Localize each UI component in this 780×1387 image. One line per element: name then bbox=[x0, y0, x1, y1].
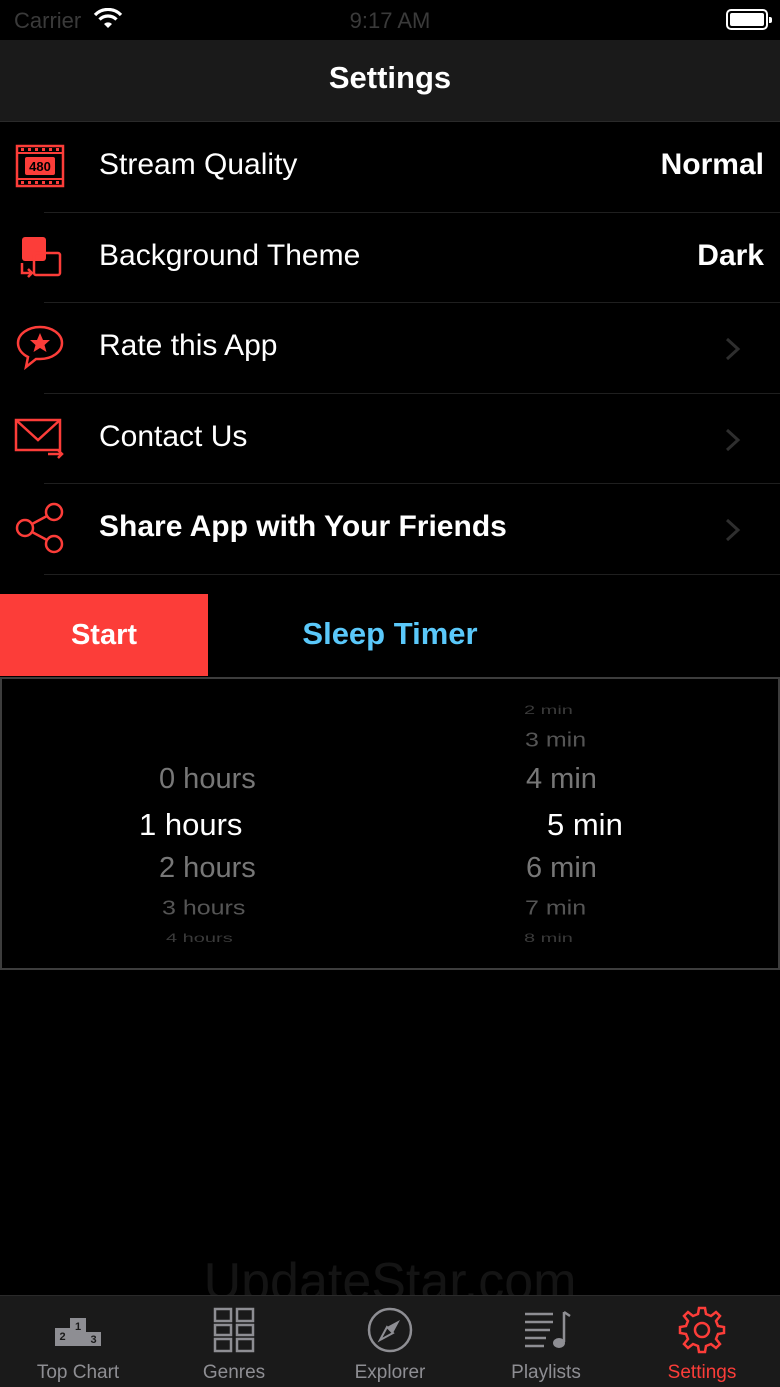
picker-option-hours[interactable]: 0 hours bbox=[159, 763, 256, 796]
picker-selected-minutes[interactable]: 5 min bbox=[547, 807, 623, 843]
stream-quality-label: Stream Quality bbox=[99, 148, 298, 181]
gear-icon bbox=[678, 1306, 726, 1354]
hours-wheel[interactable]: 0 hours 1 hours 2 hours 3 hours 4 hours bbox=[102, 679, 332, 968]
video-quality-icon: 480 bbox=[15, 144, 65, 188]
page-title: Settings bbox=[328, 60, 452, 95]
status-bar: Carrier 9:17 AM bbox=[0, 0, 780, 40]
chevron-right-icon bbox=[725, 518, 741, 542]
chevron-right-icon bbox=[725, 428, 741, 451]
svg-text:3: 3 bbox=[90, 1334, 96, 1346]
sleep-timer-bar: Start Sleep Timer bbox=[0, 594, 780, 676]
tab-label: Explorer bbox=[354, 1362, 426, 1383]
background-theme-label: Background Theme bbox=[99, 238, 361, 272]
row-divider bbox=[44, 573, 780, 575]
tab-top-chart[interactable]: 2 1 3 Top Chart bbox=[0, 1296, 156, 1387]
share-app-label: Share App with Your Friends bbox=[99, 510, 507, 543]
picker-option-hours[interactable]: 4 hours bbox=[166, 932, 233, 946]
stream-quality-row[interactable]: 480 Stream Quality Normal bbox=[0, 122, 780, 213]
picker-option-minutes[interactable]: 8 min bbox=[524, 932, 573, 946]
contact-us-row[interactable]: Contact Us bbox=[0, 394, 780, 484]
minutes-wheel[interactable]: 2 min 3 min 4 min 5 min 6 min 7 min 8 mi… bbox=[432, 679, 692, 968]
chevron-right-icon bbox=[725, 337, 741, 361]
stream-quality-value[interactable]: Normal bbox=[661, 148, 764, 182]
picker-option-minutes[interactable]: 3 min bbox=[525, 729, 586, 753]
tab-label: Top Chart bbox=[36, 1362, 120, 1383]
tab-settings[interactable]: Settings bbox=[624, 1296, 780, 1387]
tab-genres[interactable]: Genres bbox=[156, 1296, 312, 1387]
contact-us-label: Contact Us bbox=[99, 419, 248, 453]
picker-option-minutes[interactable]: 7 min bbox=[525, 897, 586, 921]
compass-icon bbox=[367, 1307, 413, 1353]
battery-icon bbox=[726, 9, 772, 30]
tab-label: Genres bbox=[202, 1362, 266, 1383]
status-time: 9:17 AM bbox=[349, 8, 431, 33]
podium-icon: 2 1 3 bbox=[55, 1318, 101, 1346]
background-theme-row[interactable]: Background Theme Dark bbox=[0, 213, 780, 303]
picker-option-minutes[interactable]: 4 min bbox=[526, 763, 597, 796]
theme-switch-icon bbox=[20, 236, 62, 278]
rate-app-row[interactable]: Rate this App bbox=[0, 303, 780, 394]
tab-label: Playlists bbox=[511, 1362, 581, 1383]
tab-explorer[interactable]: Explorer bbox=[312, 1296, 468, 1387]
sleep-timer-picker[interactable]: 0 hours 1 hours 2 hours 3 hours 4 hours … bbox=[0, 677, 780, 970]
background-theme-value[interactable]: Dark bbox=[697, 239, 764, 273]
picker-selected-hours[interactable]: 1 hours bbox=[139, 807, 242, 843]
picker-option-hours[interactable]: 2 hours bbox=[159, 852, 256, 885]
quality-icon-text: 480 bbox=[29, 159, 51, 174]
share-app-row[interactable]: Share App with Your Friends bbox=[0, 484, 780, 575]
tab-bar: 2 1 3 Top Chart Genres Explorer Playlist… bbox=[0, 1295, 780, 1387]
playlist-icon bbox=[525, 1310, 571, 1348]
picker-option-minutes[interactable]: 2 min bbox=[524, 704, 573, 718]
svg-text:1: 1 bbox=[75, 1321, 81, 1333]
rate-app-label: Rate this App bbox=[99, 329, 278, 362]
envelope-icon bbox=[14, 418, 64, 459]
tab-label: Settings bbox=[667, 1362, 737, 1383]
settings-list: 480 Stream Quality Normal Background The… bbox=[0, 122, 780, 575]
share-icon bbox=[15, 502, 64, 554]
star-bubble-icon bbox=[16, 325, 64, 371]
picker-option-minutes[interactable]: 6 min bbox=[526, 852, 597, 885]
svg-text:2: 2 bbox=[59, 1331, 65, 1343]
start-button[interactable]: Start bbox=[0, 594, 208, 676]
grid-icon bbox=[213, 1307, 255, 1353]
picker-option-hours[interactable]: 3 hours bbox=[162, 897, 245, 921]
tab-playlists[interactable]: Playlists bbox=[468, 1296, 624, 1387]
navigation-bar: Settings bbox=[0, 40, 780, 122]
